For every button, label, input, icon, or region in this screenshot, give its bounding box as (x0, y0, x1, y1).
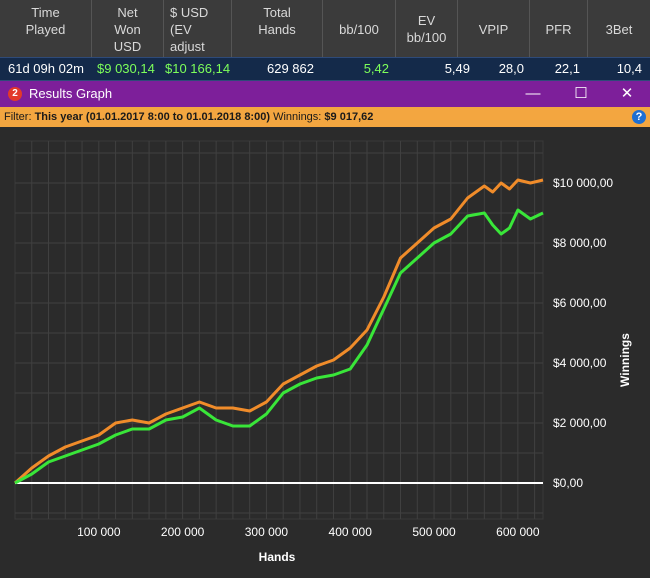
filter-bar[interactable]: Filter: This year (01.01.2017 8:00 to 01… (0, 107, 650, 127)
header-line: Time (31, 5, 60, 20)
y-tick-label: $10 000,00 (553, 176, 613, 190)
cell-vpip: 28,0 (498, 61, 524, 76)
y-tick-label: $4 000,00 (553, 356, 607, 370)
window-title: Results Graph (29, 86, 113, 101)
column-header-pfr[interactable]: PFR (530, 0, 588, 57)
window-titlebar[interactable]: 2 Results Graph — ☐ ✕ (0, 81, 650, 107)
stats-table: Time Played Net Won USD $ USD (EV adjust… (0, 0, 650, 81)
column-header-total-hands[interactable]: Total Hands (232, 0, 323, 57)
column-header-ev-bb100[interactable]: EV bb/100 (396, 0, 458, 57)
column-header-vpip[interactable]: VPIP (458, 0, 530, 57)
column-header-3bet[interactable]: 3Bet (588, 0, 650, 57)
filter-value: This year (01.01.2017 8:00 to 01.01.2018… (34, 111, 270, 123)
cell-total-hands: 629 862 (267, 61, 314, 76)
header-line: bb/100 (406, 30, 447, 45)
table-row[interactable]: 61d 09h 02m $9 030,14 $10 166,14 629 862… (0, 57, 650, 81)
x-tick-label: 200 000 (161, 525, 205, 539)
y-axis-title: Winnings (618, 333, 632, 387)
header-line: Net (117, 5, 138, 20)
winnings-label: Winnings: (273, 111, 322, 123)
cell-bb100: 5,42 (363, 61, 389, 76)
x-tick-label: 400 000 (329, 525, 373, 539)
stats-header-row: Time Played Net Won USD $ USD (EV adjust… (0, 0, 650, 57)
cell-ev-adjusted: $10 166,14 (165, 61, 231, 76)
x-tick-label: 600 000 (496, 525, 540, 539)
header-line: adjust (170, 39, 205, 54)
y-tick-label: $6 000,00 (553, 296, 607, 310)
header-line: Hands (258, 22, 296, 37)
header-line: $ USD (170, 5, 209, 20)
header-line: EV (417, 13, 436, 28)
filter-label: Filter: (4, 111, 32, 123)
minimize-button[interactable]: — (510, 81, 556, 107)
winnings-value: $9 017,62 (324, 111, 374, 123)
cell-3bet: 10,4 (616, 61, 642, 76)
column-header-time-played[interactable]: Time Played (0, 0, 92, 57)
help-icon[interactable]: ? (632, 110, 646, 124)
header-line: VPIP (478, 22, 509, 37)
results-chart: $0,00 $2 000,00 $4 000,00 $6 000,00 $8 000,0… (14, 140, 632, 564)
cell-net-won: $9 030,14 (97, 61, 155, 76)
column-header-net-won[interactable]: Net Won USD (92, 0, 164, 57)
header-line: bb/100 (339, 22, 379, 37)
column-header-bb100[interactable]: bb/100 (323, 0, 396, 57)
maximize-button[interactable]: ☐ (558, 81, 604, 107)
cell-pfr: 22,1 (554, 61, 580, 76)
column-header-ev-adjusted[interactable]: $ USD (EV adjust (164, 0, 232, 57)
header-line: Played (25, 22, 66, 37)
results-graph: $0,00 $2 000,00 $4 000,00 $6 000,00 $8 000,0… (0, 127, 650, 573)
y-tick-label: $2 000,00 (553, 416, 607, 430)
close-button[interactable]: ✕ (604, 81, 650, 107)
y-tick-label: $0,00 (553, 476, 583, 490)
app-badge-icon: 2 (8, 87, 22, 101)
header-line: Total (263, 5, 291, 20)
header-line: 3Bet (605, 22, 633, 37)
header-line: (EV (170, 22, 192, 37)
y-tick-label: $8 000,00 (553, 236, 607, 250)
x-axis-title: Hands (259, 550, 296, 564)
x-tick-label: 500 000 (412, 525, 456, 539)
x-tick-label: 100 000 (77, 525, 121, 539)
header-line: Won (114, 22, 141, 37)
cell-time-played: 61d 09h 02m (8, 61, 84, 76)
header-line: PFR (545, 22, 572, 37)
x-tick-label: 300 000 (245, 525, 289, 539)
header-line: USD (113, 39, 142, 54)
plot-area (14, 140, 544, 520)
